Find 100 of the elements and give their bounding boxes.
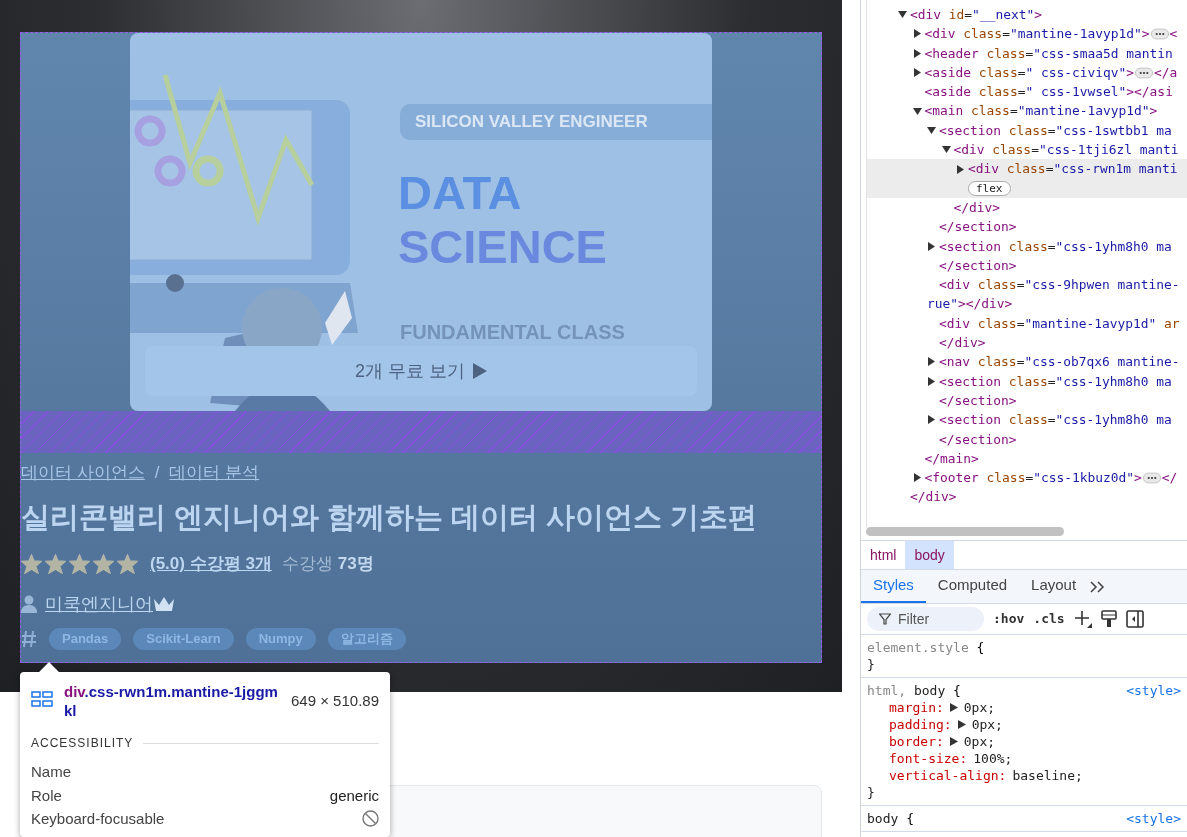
star-icon (45, 554, 66, 574)
css-value[interactable]: 0px; (963, 699, 996, 716)
rule-brace: } (867, 784, 876, 801)
hash-icon (21, 630, 37, 648)
dom-node-line[interactable]: </div> (910, 487, 957, 507)
triangle-right-icon[interactable] (912, 48, 922, 58)
property-label: Role (31, 785, 62, 806)
dom-node-line[interactable]: </section> (939, 429, 1017, 449)
headline-text: DATA (398, 167, 522, 219)
dom-node-line[interactable]: <header class="css-smaa5d mantin (924, 43, 1173, 63)
triangle-right-icon[interactable] (927, 357, 936, 367)
triangle-right-icon[interactable] (956, 164, 965, 174)
css-value[interactable]: 100%; (973, 750, 1013, 767)
source-link[interactable]: <style> (1126, 682, 1181, 699)
dom-node-line[interactable]: rue"></div> (927, 294, 1013, 314)
css-value[interactable]: 0px; (963, 733, 996, 750)
crown-icon (153, 596, 175, 612)
rule-selector: body { (867, 810, 914, 827)
dom-node-line[interactable]: <div class="css-rwn1m manti (968, 159, 1178, 179)
dom-node-line[interactable]: </section> (939, 217, 1017, 237)
dom-node-line[interactable]: <div id="__next"> (910, 4, 1042, 25)
filter-icon (879, 613, 891, 625)
css-property[interactable]: border: (889, 733, 944, 750)
dom-node-line[interactable]: <section class="css-1swtbb1 ma (939, 120, 1172, 141)
dom-node-line[interactable]: <div class="css-9hpwen mantine- (939, 275, 1180, 295)
star-icon (69, 554, 90, 574)
dom-node-line[interactable]: <section class="css-1yhm8h0 ma (939, 236, 1172, 256)
dom-node-line[interactable]: <main class="mantine-1avyp1d"> (924, 101, 1158, 121)
dom-node-line[interactable]: <section class="css-1yhm8h0 ma (939, 410, 1172, 430)
section-heading: ACCESSIBILITY (31, 735, 134, 752)
dom-node-line[interactable]: <div class="css-1tji6zl manti (953, 140, 1179, 160)
element-size: 649 × 510.89 (291, 691, 379, 711)
sidebar-toggle-icon[interactable] (1125, 610, 1144, 628)
property-label: Name (31, 762, 72, 782)
dom-node-line[interactable]: <aside class=" css-civiqv"> (924, 62, 1135, 83)
toolbar-button[interactable]: :hov (993, 609, 1025, 629)
filter-field[interactable]: Filter (867, 607, 984, 631)
triangle-down-icon[interactable] (927, 125, 936, 135)
dom-node-line[interactable]: </section> (939, 390, 1017, 411)
triangle-right-icon[interactable] (927, 415, 936, 425)
triangle-right-icon[interactable] (927, 241, 936, 251)
play-icon (473, 363, 487, 379)
dom-node-line[interactable]: </main> (924, 448, 979, 469)
toolbar-button[interactable]: .cls (1033, 609, 1065, 629)
source-link[interactable]: <style> (1126, 810, 1181, 827)
students-count: 73명 (337, 553, 374, 576)
headline-text: SCIENCE (398, 221, 607, 273)
element-selector: div.css-rwn1m.mantine-1jggmkl (64, 682, 279, 720)
star-icon (21, 554, 42, 574)
ellipsis-badge-icon[interactable] (1135, 66, 1154, 79)
rule-selector: element.style { (867, 639, 985, 656)
dom-node-line[interactable]: </a (1154, 62, 1178, 83)
course-title: 실리콘밸리 엔지니어와 함께하는 데이터 사이언스 기초편 (21, 500, 759, 535)
css-property[interactable]: margin: (889, 699, 944, 716)
triangle-right-icon[interactable] (912, 68, 922, 78)
double-chevron-icon (1090, 580, 1107, 593)
dom-node-line[interactable]: <div class="mantine-1avyp1d"> (924, 24, 1150, 44)
scrollbar-thumb[interactable] (866, 527, 1064, 536)
triangle-right-icon[interactable] (912, 29, 922, 39)
dom-node-line[interactable]: </div> (939, 333, 986, 353)
panel-tab[interactable]: Styles (861, 570, 926, 603)
css-property[interactable]: font-size: (889, 750, 968, 767)
css-value[interactable]: baseline; (1012, 767, 1083, 784)
breadcrumb-item[interactable]: html (861, 541, 906, 569)
breadcrumb-separator: / (154, 462, 160, 485)
dom-node-line[interactable]: <section class="css-1yhm8h0 ma (939, 371, 1172, 391)
paintbrush-icon[interactable] (1100, 610, 1117, 628)
students-label: 수강생 (281, 553, 333, 576)
triangle-right-icon[interactable] (912, 473, 922, 483)
dom-node-line[interactable]: <aside class=" css-1vwsel"></asi (924, 82, 1173, 102)
rule-selector: html, body { (867, 682, 961, 699)
property-value: generic (329, 785, 379, 806)
plus-icon[interactable] (1073, 610, 1092, 628)
dom-node-line[interactable]: </section> (939, 255, 1017, 276)
person-icon (21, 595, 37, 613)
dom-node-line[interactable]: < (1169, 24, 1178, 44)
ellipsis-badge-icon[interactable] (1150, 27, 1169, 40)
css-value[interactable]: 0px; (971, 716, 1003, 733)
rule-brace: } (867, 656, 876, 673)
panel-tab[interactable]: Layout (1019, 570, 1089, 603)
triangle-down-icon[interactable] (898, 10, 907, 20)
css-property[interactable]: padding: (889, 716, 952, 733)
flex-badge[interactable]: flex (968, 180, 1011, 196)
triangle-down-icon[interactable] (941, 145, 951, 155)
dom-node-line[interactable]: <footer class="css-1kbuz0d"> (924, 468, 1142, 488)
dom-node-line[interactable]: <div class="mantine-1avyp1d" ar (939, 313, 1180, 334)
triangle-down-icon[interactable] (912, 106, 922, 116)
layout-icon (31, 691, 53, 707)
ellipsis-badge-icon[interactable] (1142, 471, 1161, 484)
triangle-right-icon[interactable] (927, 376, 936, 386)
property-label: Keyboard-focusable (31, 809, 165, 829)
css-property[interactable]: vertical-align: (889, 767, 1007, 784)
star-icon (117, 554, 138, 574)
star-icon (93, 554, 114, 574)
dom-node-line[interactable]: </div> (953, 197, 1001, 218)
panel-tab[interactable]: Computed (925, 570, 1020, 603)
dom-node-line[interactable]: <nav class="css-ob7qx6 mantine- (939, 352, 1180, 372)
breadcrumb-item[interactable]: body (905, 541, 954, 569)
tagline-badge: SILICON VALLEY ENGINEER (400, 104, 712, 140)
dom-node-line[interactable]: </ (1161, 468, 1178, 488)
